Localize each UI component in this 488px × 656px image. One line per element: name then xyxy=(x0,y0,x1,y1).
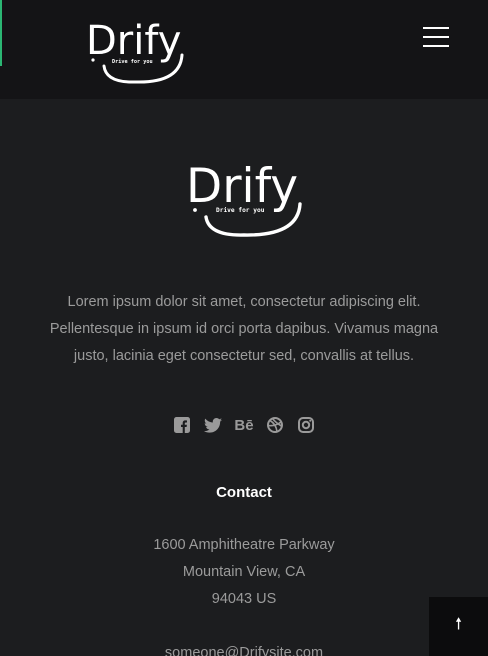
hamburger-line xyxy=(423,36,449,38)
contact-email-link[interactable]: someone@Drifysite.com xyxy=(0,640,488,656)
svg-text:Drify: Drify xyxy=(86,18,181,64)
social-links: Bē xyxy=(0,414,488,436)
footer-about-text: Lorem ipsum dolor sit amet, consectetur … xyxy=(49,294,439,364)
header-logo[interactable]: Drify Drive for you xyxy=(84,13,188,85)
hamburger-line xyxy=(423,27,449,29)
twitter-icon[interactable] xyxy=(203,414,223,436)
footer-logo[interactable]: Drify Drive for you xyxy=(184,154,306,240)
facebook-icon[interactable] xyxy=(172,414,192,436)
arrow-up-icon: 🠕 xyxy=(455,616,462,633)
dribbble-icon[interactable] xyxy=(265,414,285,436)
contact-address: 1600 Amphitheatre Parkway Mountain View,… xyxy=(0,532,488,613)
instagram-icon[interactable] xyxy=(296,414,316,436)
address-line: Mountain View, CA xyxy=(182,564,306,580)
address-line: 94043 US xyxy=(211,591,277,607)
behance-icon[interactable]: Bē xyxy=(234,414,254,436)
svg-text:Drive for you: Drive for you xyxy=(216,206,265,214)
header-accent-bar xyxy=(0,0,2,66)
site-header: Drify Drive for you xyxy=(0,0,488,99)
svg-text:Drify: Drify xyxy=(186,159,298,214)
back-to-top-button[interactable]: 🠕 xyxy=(429,597,488,656)
hamburger-line xyxy=(423,45,449,47)
hamburger-menu-button[interactable] xyxy=(420,24,452,50)
contact-heading: Contact xyxy=(216,484,272,501)
address-line: 1600 Amphitheatre Parkway xyxy=(153,537,335,553)
svg-text:Drive for you: Drive for you xyxy=(112,59,153,65)
